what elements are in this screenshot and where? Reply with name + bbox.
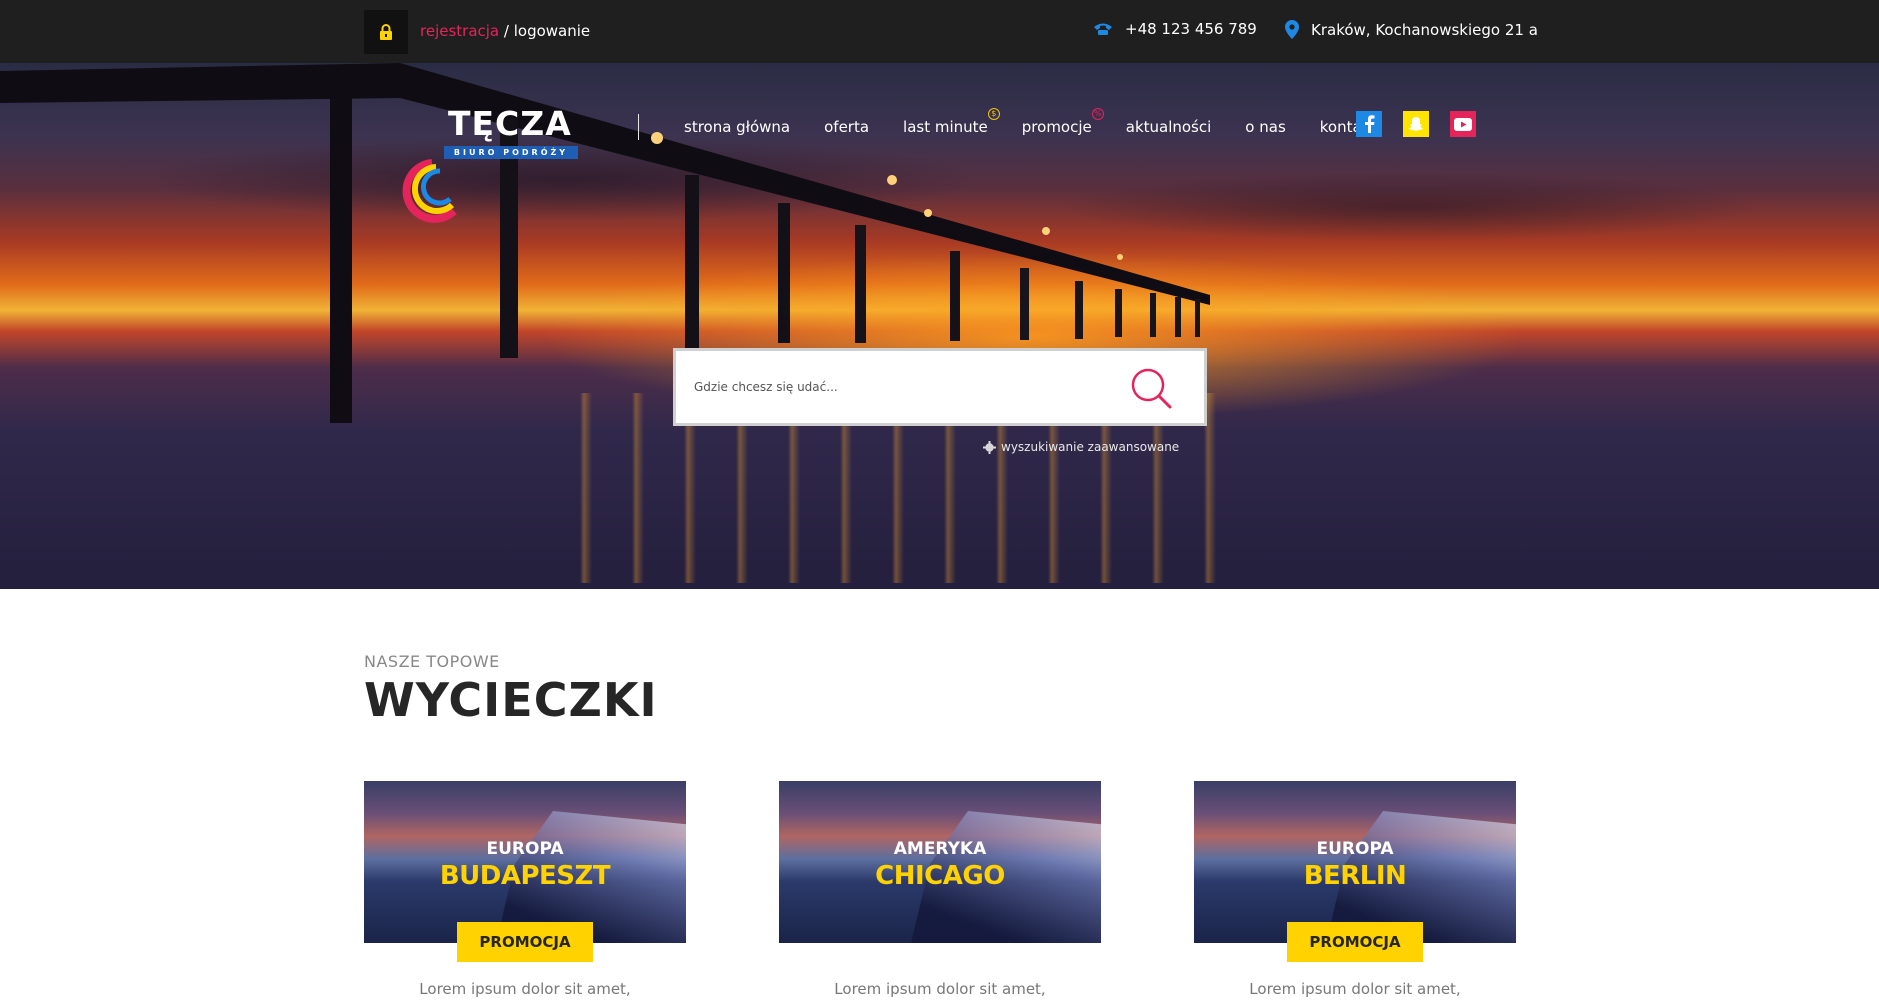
trip-city: BERLIN: [1303, 861, 1407, 891]
dollar-badge-icon: $: [987, 108, 1000, 120]
nav-label: strona główna: [684, 118, 791, 136]
nav-item-last-minute[interactable]: last minute $: [903, 108, 1000, 136]
advanced-search-label: wyszukiwanie zaawansowane: [1001, 440, 1180, 454]
trip-city: BUDAPESZT: [439, 861, 611, 891]
phone-contact[interactable]: +48 123 456 789: [1093, 20, 1257, 38]
auth-separator: /: [499, 22, 514, 40]
trip-card[interactable]: AMERYKA CHICAGO Lorem ipsum dolor sit am…: [779, 781, 1101, 1008]
search-input[interactable]: [694, 369, 1114, 405]
nav-item-about[interactable]: o nas: [1245, 118, 1285, 136]
top-bar: rejestracja / logowanie +48 123 456 789 …: [0, 0, 1879, 63]
nav-label: last minute: [903, 118, 988, 136]
trip-description: Lorem ipsum dolor sit amet,: [1249, 980, 1461, 998]
percent-badge-icon: %: [1091, 108, 1104, 120]
nav-label: promocje: [1021, 118, 1092, 136]
nav-item-home[interactable]: strona główna: [684, 118, 790, 136]
register-link[interactable]: rejestracja: [420, 22, 499, 40]
trip-continent: EUROPA: [486, 839, 564, 859]
advanced-search-link[interactable]: wyszukiwanie zaawansowane: [983, 440, 1179, 454]
main-nav: strona główna oferta last minute $ promoc…: [638, 108, 1410, 140]
phone-number: +48 123 456 789: [1125, 20, 1257, 38]
nav-item-offer[interactable]: oferta: [824, 118, 869, 136]
promo-badge: PROMOCJA: [1287, 922, 1423, 962]
nav-item-promotions[interactable]: promocje%: [1021, 108, 1104, 136]
search-icon: [1131, 368, 1172, 409]
auth-links: rejestracja / logowanie: [420, 22, 590, 40]
facebook-icon: [1365, 115, 1375, 133]
trip-image: EUROPA BERLIN: [1194, 781, 1516, 943]
logo-tagline: BIURO PODRÓŻY: [444, 146, 578, 159]
nav-item-news[interactable]: aktualności: [1126, 118, 1212, 136]
trip-image: EUROPA BUDAPESZT: [364, 781, 686, 943]
pier-silhouette: [0, 63, 1210, 423]
trip-description: Lorem ipsum dolor sit amet,: [834, 980, 1046, 998]
section-title: WYCIECZKI: [364, 673, 658, 727]
facebook-button[interactable]: [1356, 111, 1382, 137]
trip-continent: EUROPA: [1316, 839, 1394, 859]
lock-icon: [380, 24, 392, 40]
youtube-icon: [1454, 117, 1472, 131]
map-pin-icon: [1285, 20, 1299, 39]
address-text: Kraków, Kochanowskiego 21 a: [1311, 20, 1538, 39]
nav-label: o nas: [1245, 118, 1286, 136]
hero-banner: TĘCZA BIURO PODRÓŻY strona główna oferta…: [0, 63, 1879, 589]
section-subtitle: NASZE TOPOWE: [364, 652, 500, 671]
snapchat-button[interactable]: [1403, 111, 1429, 137]
trip-continent: AMERYKA: [893, 839, 987, 859]
nav-label: aktualności: [1125, 118, 1212, 136]
search-box: [673, 348, 1207, 426]
trip-city: CHICAGO: [875, 861, 1005, 891]
search-button[interactable]: [1126, 363, 1176, 413]
nav-label: oferta: [824, 118, 870, 136]
gear-icon: [983, 440, 996, 454]
trip-image: AMERYKA CHICAGO: [779, 781, 1101, 943]
phone-icon: [1094, 23, 1112, 35]
logo-mark[interactable]: [402, 153, 582, 225]
youtube-button[interactable]: [1450, 111, 1476, 137]
logo-name[interactable]: TĘCZA: [448, 104, 572, 143]
snapchat-icon: [1409, 117, 1423, 131]
trip-card[interactable]: EUROPA BUDAPESZT PROMOCJA Lorem ipsum do…: [364, 781, 686, 1008]
address-contact[interactable]: Kraków, Kochanowskiego 21 a: [1285, 20, 1538, 39]
lock-button[interactable]: [364, 10, 408, 54]
trip-description: Lorem ipsum dolor sit amet,: [419, 980, 631, 998]
login-link[interactable]: logowanie: [514, 22, 590, 40]
promo-badge: PROMOCJA: [457, 922, 593, 962]
trip-card[interactable]: EUROPA BERLIN PROMOCJA Lorem ipsum dolor…: [1194, 781, 1516, 1008]
